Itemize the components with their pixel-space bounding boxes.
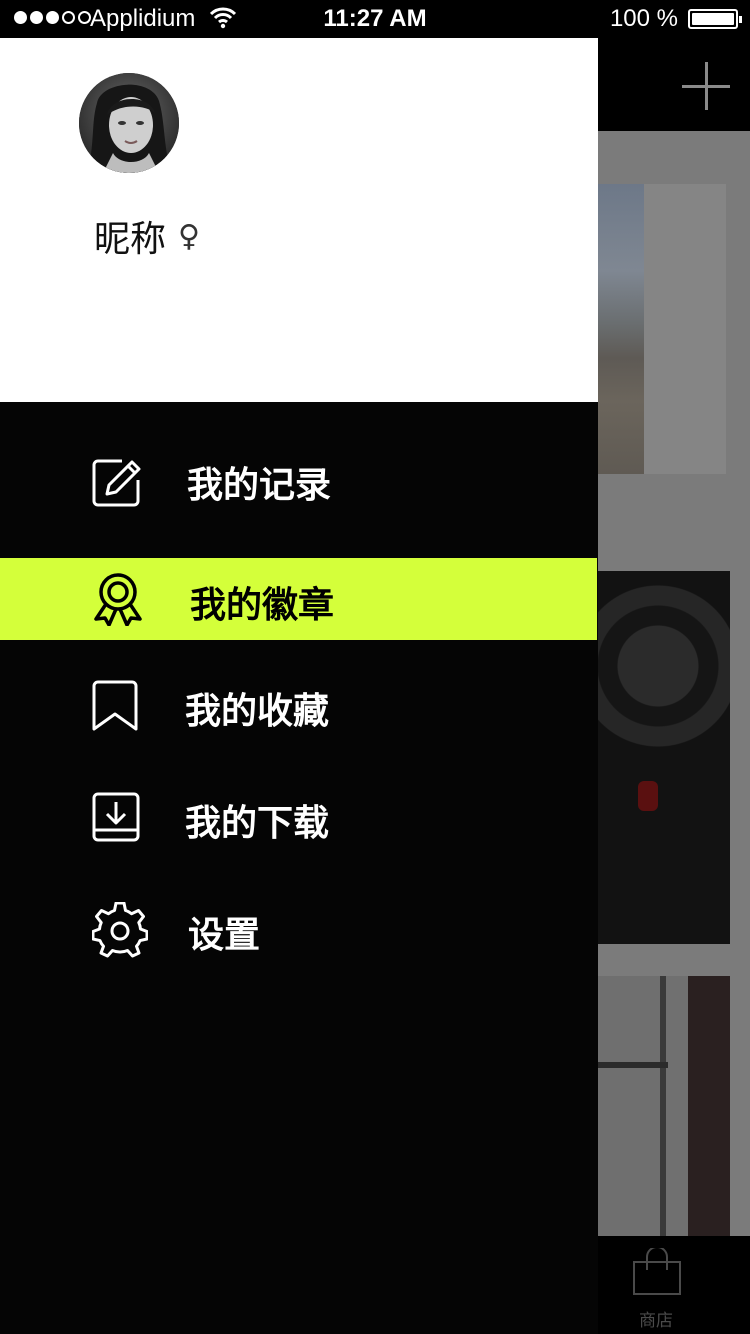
profile-header: 昵称 ♀	[0, 38, 598, 402]
menu-item-label: 我的收藏	[185, 691, 330, 732]
feed-image	[598, 184, 644, 474]
menu-item-label: 我的记录	[187, 465, 332, 506]
battery-icon	[688, 9, 742, 29]
menu-item-favorites[interactable]: 我的收藏	[0, 662, 597, 746]
shopping-bag-icon[interactable]	[632, 1248, 682, 1296]
background-top-bar	[598, 38, 750, 131]
tab-shop-label[interactable]: 商店	[636, 1306, 676, 1331]
battery-percentage: 100 %	[609, 5, 678, 32]
avatar[interactable]	[79, 73, 179, 173]
menu-item-settings[interactable]: 设置	[0, 886, 597, 970]
gear-icon	[92, 902, 148, 958]
avatar-image	[79, 73, 179, 173]
wifi-icon	[210, 7, 236, 29]
carrier-name: Applidium	[90, 5, 196, 32]
menu-item-badges[interactable]: 我的徽章	[0, 558, 597, 640]
background-app: 商店	[598, 38, 750, 1334]
menu-item-label: 设置	[188, 915, 261, 956]
menu-item-label: 我的下载	[185, 803, 330, 844]
feed-image-detail	[638, 781, 658, 811]
feed-card[interactable]	[598, 571, 730, 944]
tab-bar: 商店	[598, 1236, 750, 1334]
edit-icon	[92, 459, 141, 507]
nickname: 昵称	[94, 219, 167, 260]
badge-icon	[94, 573, 142, 626]
download-icon	[92, 792, 140, 842]
feed-image-detail	[598, 1062, 668, 1068]
bookmark-icon	[92, 680, 138, 731]
menu-item-downloads[interactable]: 我的下载	[0, 774, 597, 858]
female-gender-icon: ♀	[178, 218, 200, 254]
side-drawer: 昵称 ♀ 我的记录 我的徽章 我的收藏 我的下载 设置	[0, 38, 598, 1334]
plus-icon[interactable]	[682, 62, 730, 110]
signal-strength-icon	[14, 11, 91, 24]
feed-card[interactable]	[598, 976, 730, 1236]
status-bar: Applidium 11:27 AM 100 %	[0, 0, 750, 38]
menu-item-label: 我的徽章	[190, 585, 335, 626]
feed-card[interactable]	[598, 184, 726, 474]
nickname-row[interactable]: 昵称 ♀	[94, 210, 200, 262]
menu-item-records[interactable]: 我的记录	[0, 432, 597, 532]
